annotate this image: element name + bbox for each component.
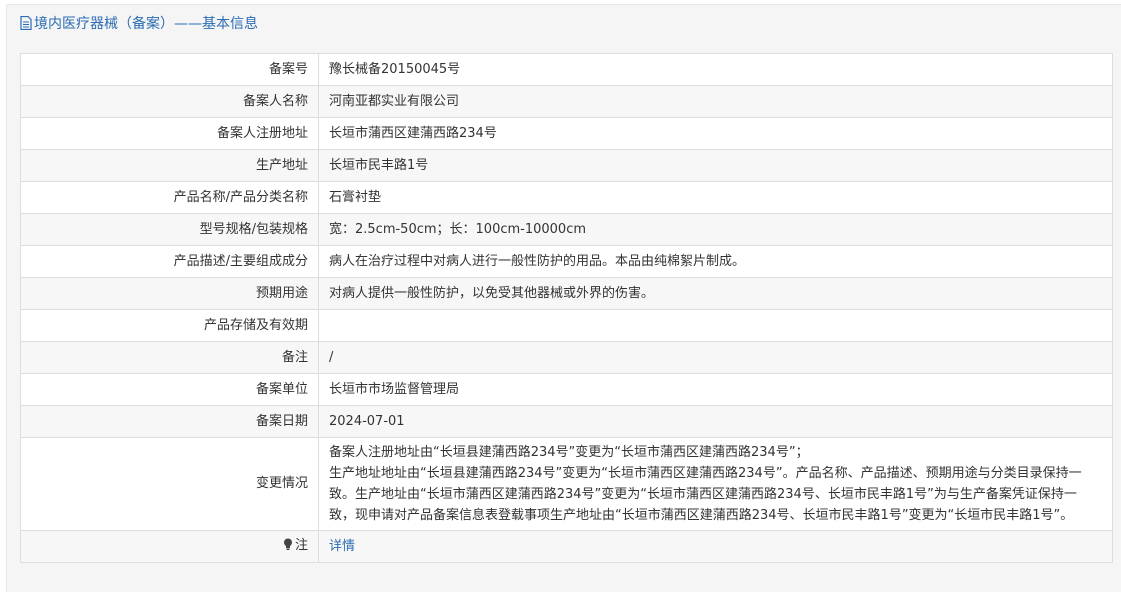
change-line: 备案人注册地址由“长垣县建蒲西路234号”变更为“长垣市蒲西区建蒲西路234号”… <box>329 445 809 460</box>
table-row: 备案单位 长垣市市场监督管理局 <box>20 373 1113 406</box>
table-row: 型号规格/包装规格 宽：2.5cm-50cm；长：100cm-10000cm <box>20 213 1113 246</box>
row-label: 型号规格/包装规格 <box>20 213 319 246</box>
row-value: 河南亚都实业有限公司 <box>318 85 1113 118</box>
table-row: 备案人名称 河南亚都实业有限公司 <box>20 85 1113 118</box>
row-value: 长垣市蒲西区建蒲西路234号 <box>318 117 1113 150</box>
row-label: 产品存储及有效期 <box>20 309 319 342</box>
row-label: 备注 <box>20 341 319 374</box>
row-value: 豫长械备20150045号 <box>318 53 1113 86</box>
table-row: 备注 / <box>20 341 1113 374</box>
panel-header: 境内医疗器械（备案）——基本信息 <box>7 5 1121 43</box>
table-row: 产品描述/主要组成成分 病人在治疗过程中对病人进行一般性防护的用品。本品由纯棉絮… <box>20 245 1113 278</box>
change-row: 变更情况 备案人注册地址由“长垣县建蒲西路234号”变更为“长垣市蒲西区建蒲西路… <box>20 437 1113 531</box>
info-table-body: 备案号 豫长械备20150045号 备案人名称 河南亚都实业有限公司 备案人注册… <box>20 53 1113 563</box>
row-label: 产品描述/主要组成成分 <box>20 245 319 278</box>
row-label: 备案日期 <box>20 405 319 438</box>
table-row: 备案日期 2024-07-01 <box>20 405 1113 438</box>
change-line: 生产地址地址由“长垣县建蒲西路234号”变更为“长垣市蒲西区建蒲西路234号”。… <box>329 466 1082 523</box>
row-value: 对病人提供一般性防护，以免受其他器械或外界的伤害。 <box>318 277 1113 310</box>
row-value: 石膏衬垫 <box>318 181 1113 214</box>
row-label: 备案人名称 <box>20 85 319 118</box>
lightbulb-icon <box>283 538 293 558</box>
row-label: 备案单位 <box>20 373 319 406</box>
row-value <box>318 309 1113 342</box>
table-row: 备案号 豫长械备20150045号 <box>20 53 1113 86</box>
detail-link[interactable]: 详情 <box>329 539 355 554</box>
row-label: 备案人注册地址 <box>20 117 319 150</box>
document-icon <box>20 7 32 45</box>
note-label-cell: 注 <box>20 530 319 563</box>
row-label: 生产地址 <box>20 149 319 182</box>
table-row: 生产地址 长垣市民丰路1号 <box>20 149 1113 182</box>
row-label: 备案号 <box>20 53 319 86</box>
row-value: 宽：2.5cm-50cm；长：100cm-10000cm <box>318 213 1113 246</box>
row-value: 长垣市市场监督管理局 <box>318 373 1113 406</box>
info-table: 备案号 豫长械备20150045号 备案人名称 河南亚都实业有限公司 备案人注册… <box>20 53 1113 563</box>
note-row: 注 详情 <box>20 530 1113 563</box>
row-value: 病人在治疗过程中对病人进行一般性防护的用品。本品由纯棉絮片制成。 <box>318 245 1113 278</box>
table-row: 备案人注册地址 长垣市蒲西区建蒲西路234号 <box>20 117 1113 150</box>
note-value: 详情 <box>318 530 1113 563</box>
change-details: 备案人注册地址由“长垣县建蒲西路234号”变更为“长垣市蒲西区建蒲西路234号”… <box>318 437 1113 531</box>
page-title: 境内医疗器械（备案）——基本信息 <box>34 16 258 32</box>
row-value: 长垣市民丰路1号 <box>318 149 1113 182</box>
row-label: 产品名称/产品分类名称 <box>20 181 319 214</box>
row-label: 预期用途 <box>20 277 319 310</box>
info-panel: 境内医疗器械（备案）——基本信息 备案号 豫长械备20150045号 备案人名称… <box>6 4 1121 592</box>
table-row: 产品存储及有效期 <box>20 309 1113 342</box>
table-row: 预期用途 对病人提供一般性防护，以免受其他器械或外界的伤害。 <box>20 277 1113 310</box>
table-row: 产品名称/产品分类名称 石膏衬垫 <box>20 181 1113 214</box>
row-value: 2024-07-01 <box>318 405 1113 438</box>
row-value: / <box>318 341 1113 374</box>
change-label: 变更情况 <box>20 437 319 531</box>
note-label: 注 <box>294 537 308 553</box>
